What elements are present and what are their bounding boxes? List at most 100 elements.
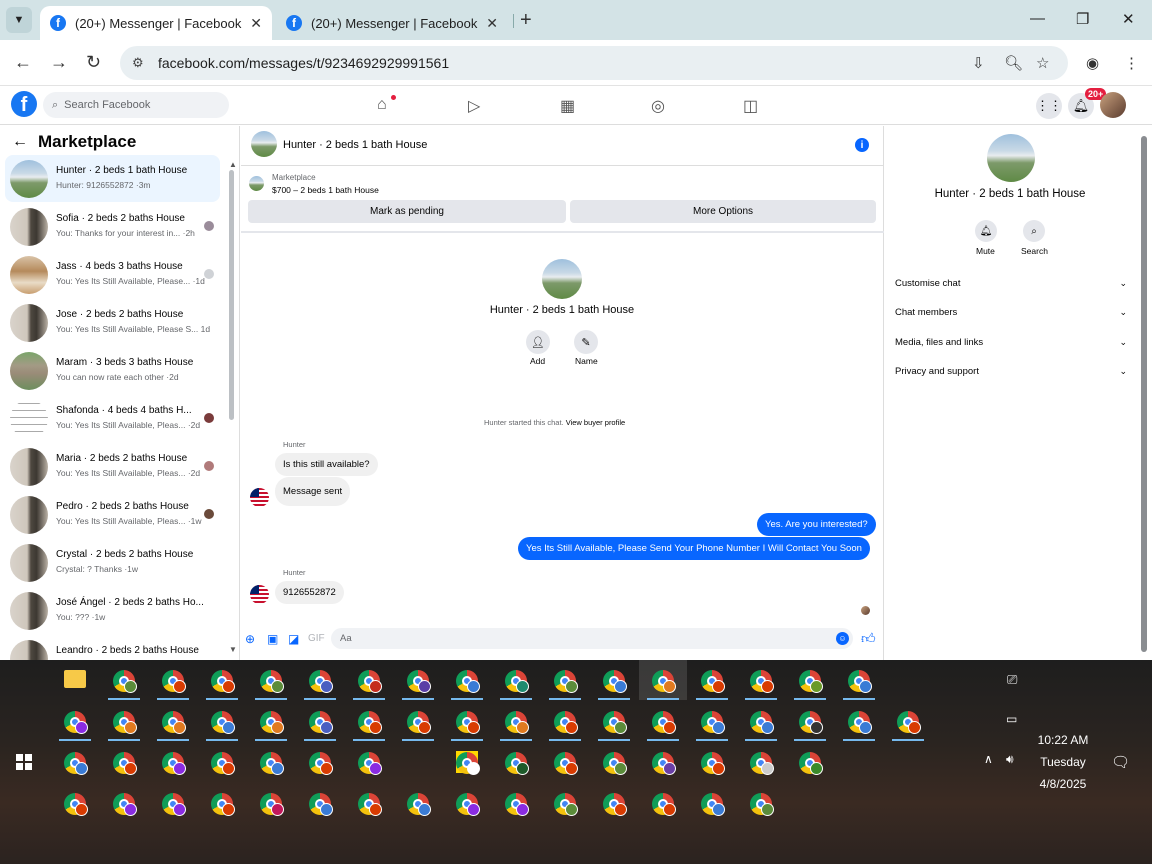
customise-chat-section[interactable]: Customise chat ⌄	[895, 278, 1127, 289]
emoji-icon[interactable]: ☺	[836, 632, 849, 645]
search-icon[interactable]: ⌕	[1023, 220, 1045, 242]
chrome-window-icon[interactable]	[59, 709, 91, 741]
chrome-window-icon[interactable]	[209, 791, 235, 817]
info-icon[interactable]: i	[855, 138, 869, 152]
tab-search-dropdown-icon[interactable]: ▼	[6, 7, 32, 33]
conversation-item[interactable]: Shafonda · 4 beds 4 baths H... You: Yes I…	[5, 395, 220, 442]
marketplace-icon[interactable]: ▦	[560, 96, 575, 116]
chrome-window-icon[interactable]	[353, 709, 385, 741]
conversation-scrollbar[interactable]	[226, 160, 236, 660]
thumbs-up-icon[interactable]: 👍︎	[861, 630, 876, 647]
gif-icon[interactable]: GIF	[308, 633, 325, 644]
chrome-window-icon[interactable]	[111, 750, 137, 776]
listing-price[interactable]: $700 – 2 beds 1 bath House	[272, 185, 379, 195]
chrome-window-icon[interactable]	[258, 750, 284, 776]
chrome-window-icon[interactable]	[454, 750, 480, 776]
chrome-window-icon[interactable]	[549, 668, 581, 700]
add-person-icon[interactable]: 👤︎	[526, 330, 550, 354]
chrome-window-icon[interactable]	[356, 791, 382, 817]
chrome-window-icon[interactable]	[797, 750, 823, 776]
conversation-item[interactable]: Hunter · 2 beds 1 bath House Hunter: 9126…	[5, 155, 220, 202]
notification-center-icon[interactable]: 🗨︎	[1111, 753, 1130, 771]
groups-icon[interactable]: ◎	[651, 96, 665, 116]
chrome-window-icon[interactable]	[549, 709, 581, 741]
chrome-window-icon[interactable]	[500, 668, 532, 700]
chrome-window-icon[interactable]	[699, 791, 725, 817]
chrome-window-icon[interactable]	[650, 791, 676, 817]
chrome-window-icon[interactable]	[108, 709, 140, 741]
back-icon[interactable]: ←	[14, 52, 32, 73]
clock-time[interactable]: 10:22 AM	[1030, 733, 1096, 747]
gaming-icon[interactable]: ◫	[743, 96, 758, 116]
mark-pending-button[interactable]: Mark as pending	[248, 200, 566, 223]
meet-now-icon[interactable]: ⎚	[1007, 672, 1017, 688]
edit-name-icon[interactable]: ✎	[574, 330, 598, 354]
chrome-window-icon[interactable]	[160, 750, 186, 776]
chrome-window-icon[interactable]	[157, 709, 189, 741]
facebook-logo-icon[interactable]: f	[11, 91, 37, 117]
chrome-window-icon[interactable]	[304, 709, 336, 741]
close-window-icon[interactable]: ✕	[1122, 10, 1135, 28]
home-icon[interactable]: ⌂	[377, 96, 387, 114]
chrome-window-icon[interactable]	[402, 709, 434, 741]
photo-icon[interactable]: ▣	[267, 632, 278, 646]
chrome-window-icon[interactable]	[794, 709, 826, 741]
sender-avatar[interactable]	[250, 585, 269, 604]
scroll-down-arrow-icon[interactable]: ▼	[229, 645, 237, 654]
chrome-window-icon[interactable]	[255, 668, 287, 700]
chrome-window-icon[interactable]	[206, 668, 238, 700]
conversation-item[interactable]: Maria · 2 beds 2 baths House You: Yes Its…	[5, 443, 220, 490]
chrome-window-icon[interactable]	[157, 668, 189, 700]
install-app-icon[interactable]: ⇩	[972, 54, 985, 72]
chrome-window-icon[interactable]	[258, 791, 284, 817]
chrome-window-icon[interactable]	[111, 791, 137, 817]
chrome-window-icon[interactable]	[353, 668, 385, 700]
chrome-window-icon[interactable]	[255, 709, 287, 741]
chrome-window-icon[interactable]	[500, 709, 532, 741]
sender-avatar[interactable]	[250, 488, 269, 507]
address-bar[interactable]: ⚙ facebook.com/messages/t/92346929299915…	[120, 46, 1068, 80]
more-options-button[interactable]: More Options	[570, 200, 876, 223]
bookmark-star-icon[interactable]: ☆	[1036, 54, 1049, 72]
chrome-window-icon[interactable]	[160, 791, 186, 817]
chrome-window-icon[interactable]	[451, 709, 483, 741]
windows-start-icon[interactable]	[16, 754, 32, 770]
restore-icon[interactable]: ❐	[1076, 10, 1089, 28]
chrome-window-icon[interactable]	[650, 750, 676, 776]
mute-bell-icon[interactable]: 🔔︎	[975, 220, 997, 242]
chrome-window-icon[interactable]	[62, 791, 88, 817]
chrome-window-icon[interactable]	[748, 791, 774, 817]
chrome-window-icon[interactable]	[696, 668, 728, 700]
media-files-links-section[interactable]: Media, files and links ⌄	[895, 337, 1127, 348]
chrome-window-icon[interactable]	[503, 791, 529, 817]
forward-icon[interactable]: →	[50, 52, 68, 73]
chrome-window-icon[interactable]	[503, 750, 529, 776]
chrome-window-icon[interactable]	[405, 791, 431, 817]
chrome-window-icon[interactable]	[552, 750, 578, 776]
chrome-window-icon[interactable]	[307, 791, 333, 817]
zoom-icon[interactable]: 🔍︎	[1004, 54, 1023, 72]
chrome-window-icon[interactable]	[699, 750, 725, 776]
chrome-window-icon[interactable]	[892, 709, 924, 741]
minimize-icon[interactable]: —	[1030, 10, 1045, 27]
browser-tab[interactable]: f (20+) Messenger | Facebook ✕	[276, 6, 508, 40]
chrome-window-icon[interactable]	[356, 750, 382, 776]
conversation-item[interactable]: Pedro · 2 beds 2 baths House You: Yes Its…	[5, 491, 220, 538]
scroll-up-arrow-icon[interactable]: ▲	[229, 160, 237, 169]
account-avatar[interactable]	[1100, 92, 1126, 118]
chrome-window-icon[interactable]	[206, 709, 238, 741]
network-icon[interactable]: ▭	[1006, 712, 1017, 726]
chrome-window-icon[interactable]	[601, 750, 627, 776]
chat-header-title[interactable]: Hunter · 2 beds 1 bath House	[283, 139, 427, 151]
chrome-window-icon[interactable]	[745, 668, 777, 700]
conversation-item[interactable]: Sofia · 2 beds 2 baths House You: Thanks …	[5, 203, 220, 250]
clock-day[interactable]: Tuesday	[1030, 755, 1096, 769]
conversation-item[interactable]: Jass · 4 beds 3 baths House You: Yes Its …	[5, 251, 220, 298]
privacy-support-section[interactable]: Privacy and support ⌄	[895, 366, 1127, 377]
reload-icon[interactable]: ↻	[86, 52, 101, 73]
chrome-window-icon[interactable]	[108, 668, 140, 700]
plus-circle-icon[interactable]: ⊕	[245, 632, 255, 646]
chrome-window-icon[interactable]	[454, 791, 480, 817]
chrome-window-icon[interactable]	[402, 668, 434, 700]
conversation-item[interactable]: José Ángel · 2 beds 2 baths Ho... You: ??…	[5, 587, 220, 634]
